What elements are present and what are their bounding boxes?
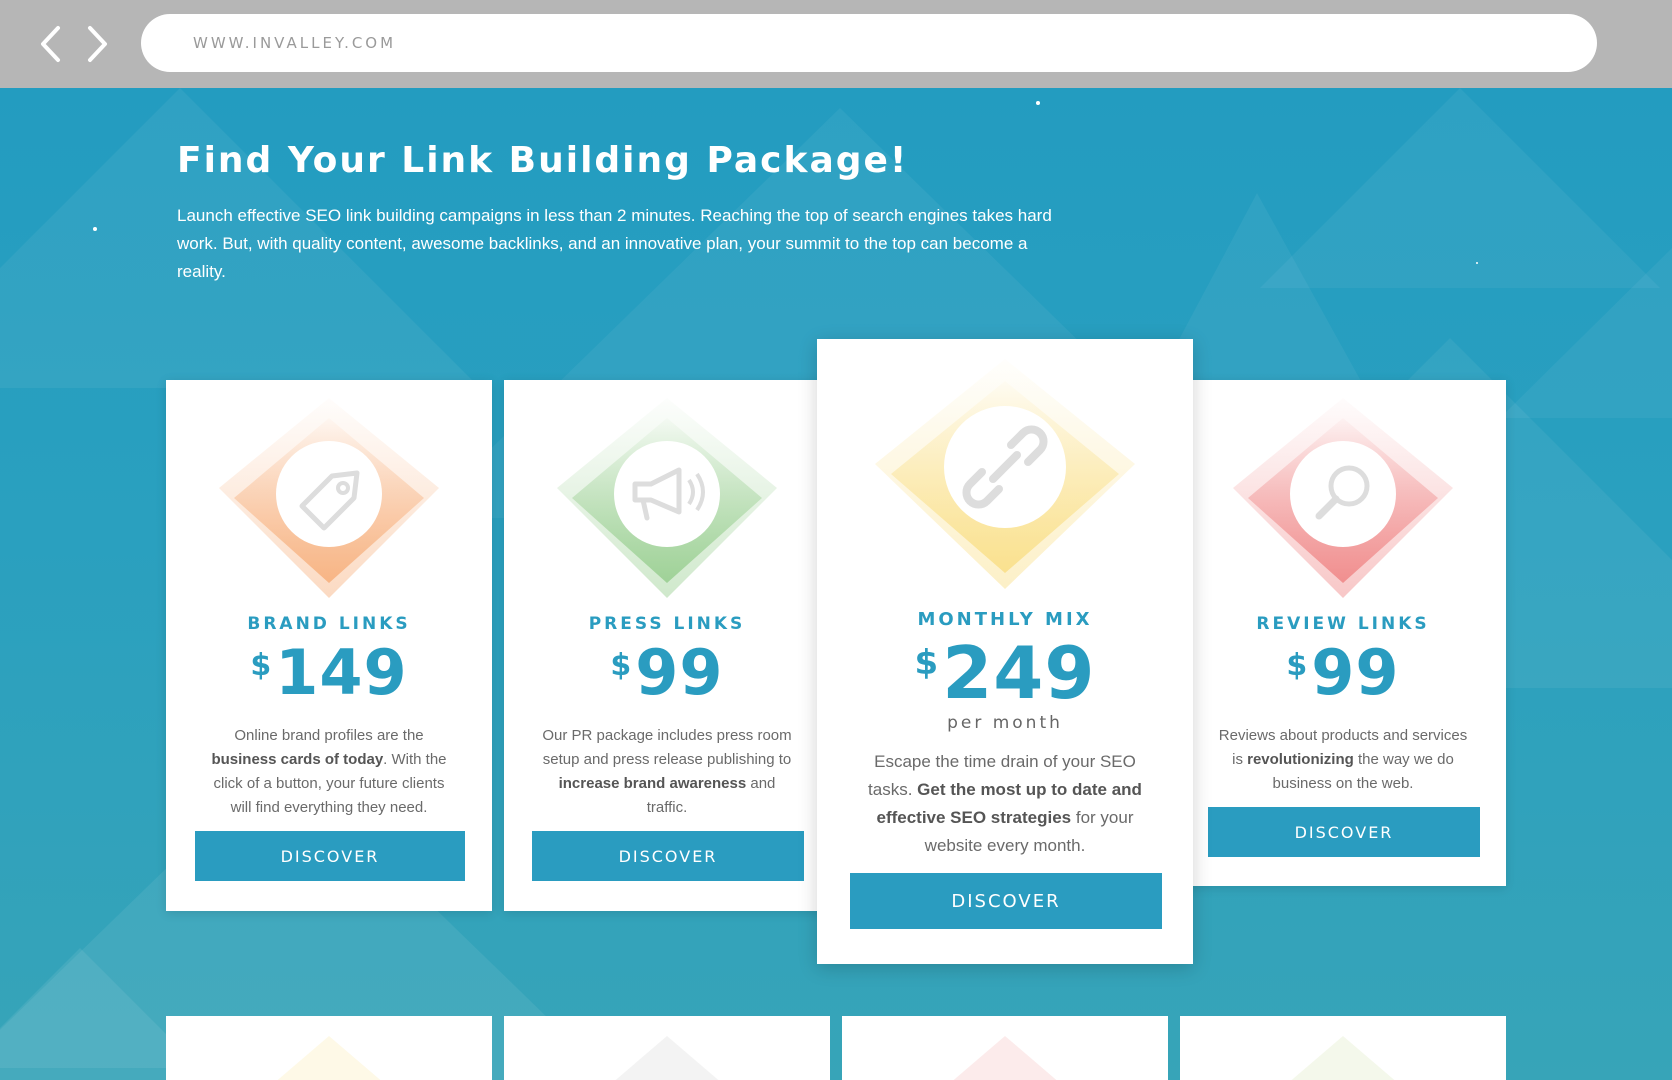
magnifier-icon [1233,398,1453,598]
browser-toolbar: WWW.INVALLEY.COM [0,0,1672,88]
card-description: Reviews about products and services is r… [1218,727,1468,792]
pricing-card-stub [166,1016,492,1080]
emblem-stub [953,1036,1057,1080]
chain-link-icon [875,359,1135,589]
emblem-stub [277,1036,381,1080]
pricing-card-stub [504,1016,830,1080]
currency-symbol: $ [1286,648,1308,683]
price-amount: 99 [635,636,724,709]
megaphone-icon [557,398,777,598]
card-price: $ 99 [504,642,830,704]
page-title: Find Your Link Building Package! [177,140,909,181]
price-amount: 149 [275,636,408,709]
pricing-card-press-links: PRESS LINKS $ 99 Our PR package includes… [504,380,830,911]
discover-button[interactable]: DISCOVER [1208,807,1480,857]
billing-period: per month [947,713,1063,733]
card-price: $ 99 [1180,642,1506,704]
pricing-card-brand-links: BRAND LINKS $ 149 Online brand profiles … [166,380,492,911]
price-tag-icon [219,398,439,598]
url-text: WWW.INVALLEY.COM [193,34,397,52]
emblem-stub [1291,1036,1395,1080]
card-price: $ 149 [166,642,492,704]
discover-button[interactable]: DISCOVER [195,831,465,881]
card-price: $ 249 [817,637,1193,709]
discover-button[interactable]: DISCOVER [850,873,1162,929]
card-title: REVIEW LINKS [1256,614,1430,634]
price-amount: 249 [942,631,1096,715]
pricing-card-review-links: REVIEW LINKS $ 99 Reviews about products… [1180,380,1506,886]
card-description: Escape the time drain of your SEO tasks.… [868,752,1142,855]
currency-symbol: $ [610,648,632,683]
currency-symbol: $ [914,643,939,683]
chevron-right-icon[interactable] [84,24,112,64]
star-dot [93,227,97,231]
card-description: Online brand profiles are the business c… [211,727,447,816]
address-bar[interactable]: WWW.INVALLEY.COM [141,14,1597,72]
star-dot [1036,101,1040,105]
chevron-left-icon[interactable] [36,24,64,64]
star-dot [1476,262,1478,264]
price-amount: 99 [1311,636,1400,709]
emblem-stub [615,1036,719,1080]
card-description: Our PR package includes press room setup… [542,727,792,816]
discover-button[interactable]: DISCOVER [532,831,804,881]
intro-text: Launch effective SEO link building campa… [177,206,1052,281]
pricing-card-monthly-mix: MONTHLY MIX $ 249 per month Escape the t… [817,339,1193,964]
currency-symbol: $ [250,648,272,683]
card-title: MONTHLY MIX [917,609,1093,630]
pricing-card-stub [842,1016,1168,1080]
card-title: PRESS LINKS [588,614,746,634]
pricing-card-stub [1180,1016,1506,1080]
card-title: BRAND LINKS [247,614,411,634]
